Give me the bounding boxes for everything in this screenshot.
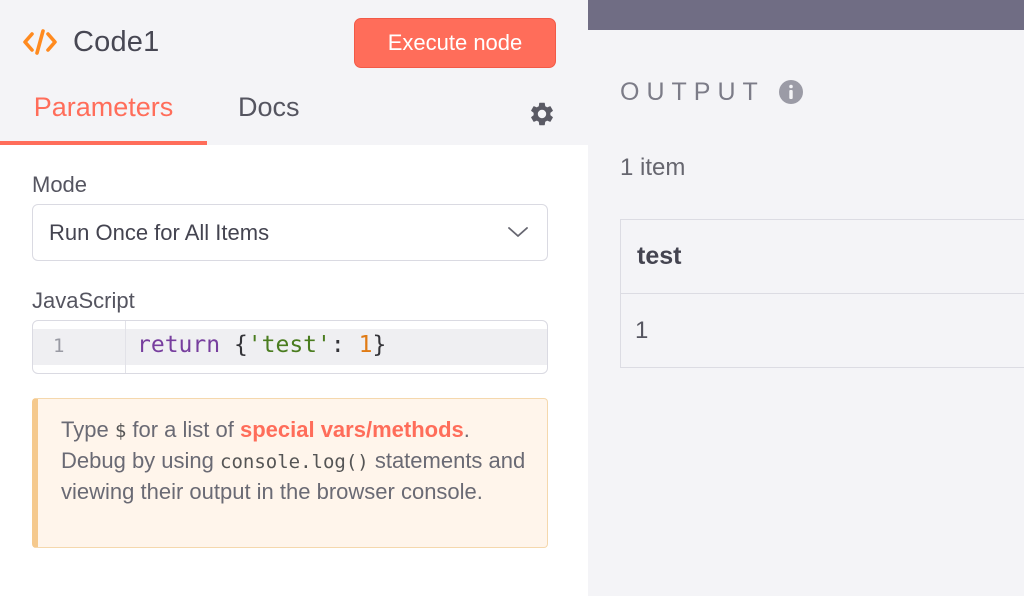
hint-console-code: console.log() <box>220 451 369 473</box>
hint-dollar: $ <box>114 420 127 442</box>
execute-node-button[interactable]: Execute node <box>354 18 556 68</box>
table-cell[interactable]: 1 <box>620 293 1024 368</box>
node-title-wrap: Code1 <box>22 20 159 64</box>
output-label: OUTPUT <box>620 78 765 106</box>
mode-label: Mode <box>32 172 88 197</box>
editor-gutter <box>33 321 126 373</box>
code-line[interactable]: return {'test': 1} <box>137 332 386 358</box>
hint-box: Type $ for a list of special vars/method… <box>32 398 548 548</box>
code-string: 'test' <box>247 332 331 358</box>
hint-prefix: Type <box>61 417 115 442</box>
info-icon[interactable] <box>778 79 804 105</box>
code-open-brace: { <box>220 332 248 358</box>
hint-after-link: . <box>463 417 470 442</box>
table-header-row: test <box>620 219 1024 294</box>
code-keyword: return <box>137 332 221 358</box>
column-header[interactable]: test <box>620 219 1024 294</box>
special-vars-link[interactable]: special vars/methods <box>240 417 464 442</box>
panel-header: Code1 Execute node Parameters Docs <box>0 0 588 145</box>
item-count: 1 item <box>620 154 686 181</box>
code-number: 1 <box>358 332 373 358</box>
gear-icon[interactable] <box>528 100 556 128</box>
code-colon: : <box>330 332 359 358</box>
code-brackets-icon <box>23 29 57 55</box>
table-row: 1 <box>620 293 1024 368</box>
mode-select-value: Run Once for All Items <box>49 219 270 245</box>
output-top-bar <box>588 0 1024 30</box>
javascript-label: JavaScript <box>32 288 135 313</box>
code-close-brace: } <box>372 332 387 358</box>
hint-debug-prefix: Debug by using <box>61 448 220 473</box>
code-editor[interactable]: 1 return {'test': 1} <box>32 320 548 374</box>
node-title[interactable]: Code1 <box>73 26 159 59</box>
line-number: 1 <box>53 335 65 357</box>
output-table: test 1 <box>620 219 1024 368</box>
output-panel: OUTPUT 1 item test 1 <box>588 0 1024 596</box>
tab-docs[interactable]: Docs <box>238 92 300 145</box>
node-parameters-panel: Code1 Execute node Parameters Docs Mode … <box>0 0 588 596</box>
chevron-down-icon <box>508 227 528 237</box>
tab-parameters[interactable]: Parameters <box>0 92 207 145</box>
hint-middle: for a list of <box>126 417 240 442</box>
mode-select[interactable]: Run Once for All Items <box>32 204 548 261</box>
